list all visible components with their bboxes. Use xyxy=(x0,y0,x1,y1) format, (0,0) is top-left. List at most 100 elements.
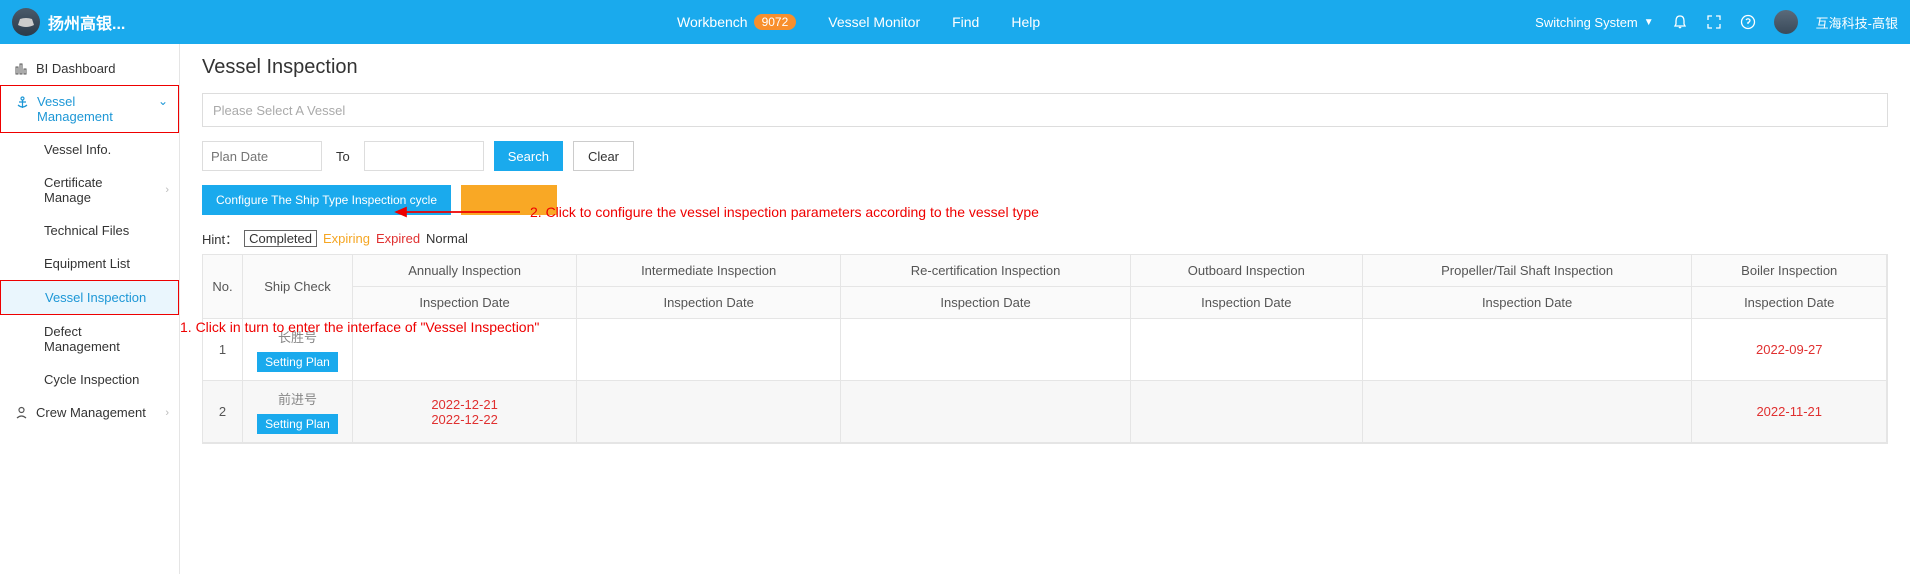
td-ship: 前进号 Setting Plan xyxy=(243,381,353,443)
expand-icon[interactable] xyxy=(1706,14,1722,30)
dashboard-icon xyxy=(14,62,28,75)
configure-ship-type-button[interactable]: Configure The Ship Type Inspection cycle xyxy=(202,185,451,215)
ship-name: 前进号 xyxy=(249,389,346,408)
td-recert xyxy=(841,381,1131,443)
annotation-arrow-1 xyxy=(180,104,195,334)
person-icon xyxy=(14,406,28,419)
td-ship: 长胜号 Setting Plan xyxy=(243,319,353,381)
sidebar: BI Dashboard Vessel Management ⌄ Vessel … xyxy=(0,44,180,574)
hint-row: Hint： Completed Expiring Expired Normal xyxy=(202,229,1888,248)
th-annually: Annually Inspection xyxy=(353,255,577,287)
sidebar-item-vessel-info[interactable]: Vessel Info. xyxy=(0,133,179,166)
th-boiler: Boiler Inspection xyxy=(1692,255,1887,287)
logo-icon xyxy=(12,8,40,36)
hint-label: Hint： xyxy=(202,229,238,248)
th-ship-check: Ship Check xyxy=(243,255,353,319)
setting-plan-button[interactable]: Setting Plan xyxy=(257,352,338,372)
setting-plan-button[interactable]: Setting Plan xyxy=(257,414,338,434)
plan-date-from[interactable] xyxy=(202,141,322,171)
th-no: No. xyxy=(203,255,243,319)
vessel-select-placeholder: Please Select A Vessel xyxy=(213,103,345,118)
content-area: Vessel Inspection Please Select A Vessel… xyxy=(180,44,1910,574)
chevron-right-icon: › xyxy=(165,407,169,419)
hint-completed: Completed xyxy=(244,230,317,247)
td-no: 2 xyxy=(203,381,243,443)
page-title: Vessel Inspection xyxy=(202,56,1888,79)
to-label: To xyxy=(336,149,350,164)
main-layout: BI Dashboard Vessel Management ⌄ Vessel … xyxy=(0,44,1910,574)
th-propeller: Propeller/Tail Shaft Inspection xyxy=(1363,255,1693,287)
switching-label: Switching System xyxy=(1535,15,1638,30)
logo-area: 扬州高银... xyxy=(12,8,182,36)
sidebar-item-label: Certificate Manage xyxy=(44,175,134,205)
sidebar-item-equipment[interactable]: Equipment List xyxy=(0,247,179,280)
search-button[interactable]: Search xyxy=(494,141,563,171)
clear-button[interactable]: Clear xyxy=(573,141,634,171)
th-recert: Re-certification Inspection xyxy=(841,255,1131,287)
th-sub-recert: Inspection Date xyxy=(841,287,1131,319)
sidebar-item-certificate[interactable]: Certificate Manage › xyxy=(0,166,179,214)
inspection-table: No. Ship Check Annually Inspection Inter… xyxy=(202,254,1888,444)
avatar[interactable] xyxy=(1774,10,1798,34)
td-recert xyxy=(841,319,1131,381)
annually-date2: 2022-12-22 xyxy=(359,412,570,427)
sidebar-crew-management[interactable]: Crew Management › xyxy=(0,396,179,429)
sidebar-item-vessel-inspection[interactable]: Vessel Inspection xyxy=(0,280,179,315)
td-propeller xyxy=(1363,381,1693,443)
th-sub-outboard: Inspection Date xyxy=(1131,287,1363,319)
nav-workbench[interactable]: Workbench 9072 xyxy=(677,14,796,30)
nav-find[interactable]: Find xyxy=(952,14,979,30)
ship-name: 长胜号 xyxy=(249,327,346,346)
td-intermediate xyxy=(577,381,841,443)
table-row: 2 前进号 Setting Plan 2022-12-21 2022-12-22… xyxy=(203,381,1887,443)
td-annually: 2022-12-21 2022-12-22 xyxy=(353,381,577,443)
workbench-label: Workbench xyxy=(677,14,748,30)
sidebar-item-label: Cycle Inspection xyxy=(44,372,139,387)
top-header: 扬州高银... Workbench 9072 Vessel Monitor Fi… xyxy=(0,0,1910,44)
switching-system[interactable]: Switching System ▼ xyxy=(1535,15,1654,30)
sidebar-bi-dashboard[interactable]: BI Dashboard xyxy=(0,52,179,85)
td-no: 1 xyxy=(203,319,243,381)
th-intermediate: Intermediate Inspection xyxy=(577,255,841,287)
bell-icon[interactable] xyxy=(1672,14,1688,30)
sidebar-item-label: Vessel Info. xyxy=(44,142,111,157)
chevron-right-icon: › xyxy=(165,184,169,196)
td-intermediate xyxy=(577,319,841,381)
nav-vessel-monitor[interactable]: Vessel Monitor xyxy=(828,14,920,30)
td-outboard xyxy=(1131,319,1363,381)
vessel-mgmt-label: Vessel Management xyxy=(37,94,127,124)
table-row: 1 长胜号 Setting Plan 2022-09-27 xyxy=(203,319,1887,381)
sidebar-item-defect[interactable]: Defect Management xyxy=(0,315,179,363)
th-sub-boiler: Inspection Date xyxy=(1692,287,1887,319)
th-sub-propeller: Inspection Date xyxy=(1363,287,1693,319)
workbench-badge: 9072 xyxy=(754,14,797,30)
hint-expiring: Expiring xyxy=(323,231,370,246)
config-row: Configure The Ship Type Inspection cycle xyxy=(202,185,1888,215)
hidden-orange-button[interactable] xyxy=(461,185,557,215)
nav-right: Switching System ▼ 互海科技-高银 xyxy=(1535,10,1898,34)
annually-date1: 2022-12-21 xyxy=(359,397,570,412)
sidebar-item-label: Equipment List xyxy=(44,256,130,271)
sidebar-item-label: Vessel Inspection xyxy=(45,290,146,305)
plan-date-to[interactable] xyxy=(364,141,484,171)
sidebar-item-cycle[interactable]: Cycle Inspection xyxy=(0,363,179,396)
td-propeller xyxy=(1363,319,1693,381)
nav-help[interactable]: Help xyxy=(1011,14,1040,30)
td-annually xyxy=(353,319,577,381)
td-boiler: 2022-11-21 xyxy=(1692,381,1887,443)
crew-mgmt-label: Crew Management xyxy=(36,405,146,420)
sidebar-vessel-management[interactable]: Vessel Management ⌄ xyxy=(0,85,179,133)
username: 互海科技-高银 xyxy=(1816,13,1898,32)
hint-expired: Expired xyxy=(376,231,420,246)
help-icon[interactable] xyxy=(1740,14,1756,30)
th-sub-annually: Inspection Date xyxy=(353,287,577,319)
chevron-down-icon: ⌄ xyxy=(158,94,168,108)
vessel-select[interactable]: Please Select A Vessel xyxy=(202,93,1888,127)
filter-row: To Search Clear xyxy=(202,141,1888,171)
sidebar-item-technical[interactable]: Technical Files xyxy=(0,214,179,247)
anchor-icon xyxy=(15,96,29,109)
th-sub-intermediate: Inspection Date xyxy=(577,287,841,319)
sidebar-item-label: Defect Management xyxy=(44,324,144,354)
th-outboard: Outboard Inspection xyxy=(1131,255,1363,287)
td-outboard xyxy=(1131,381,1363,443)
